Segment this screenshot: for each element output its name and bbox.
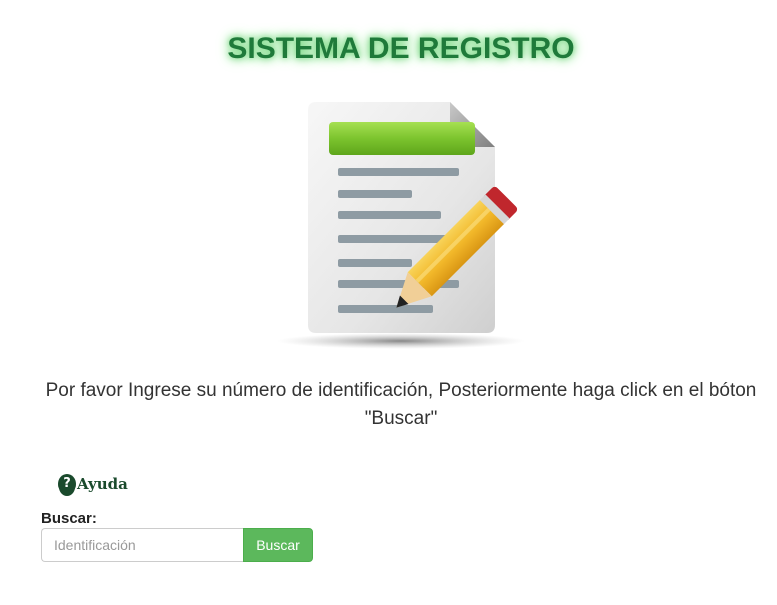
help-link[interactable]: ? Ayuda — [58, 474, 128, 494]
search-label: Buscar: — [41, 510, 97, 527]
instructions-text: Por favor Ingrese su número de identific… — [45, 380, 757, 429]
document-header-bar — [329, 122, 475, 155]
help-label: Ayuda — [77, 475, 128, 493]
identification-input[interactable] — [41, 528, 243, 562]
page-title: SISTEMA DE REGISTRO — [227, 32, 575, 65]
document-shadow — [277, 333, 525, 349]
search-group: Buscar — [41, 528, 313, 562]
question-circle-icon: ? — [58, 474, 76, 494]
search-button[interactable]: Buscar — [243, 528, 313, 562]
document-with-pencil-icon — [277, 102, 525, 349]
